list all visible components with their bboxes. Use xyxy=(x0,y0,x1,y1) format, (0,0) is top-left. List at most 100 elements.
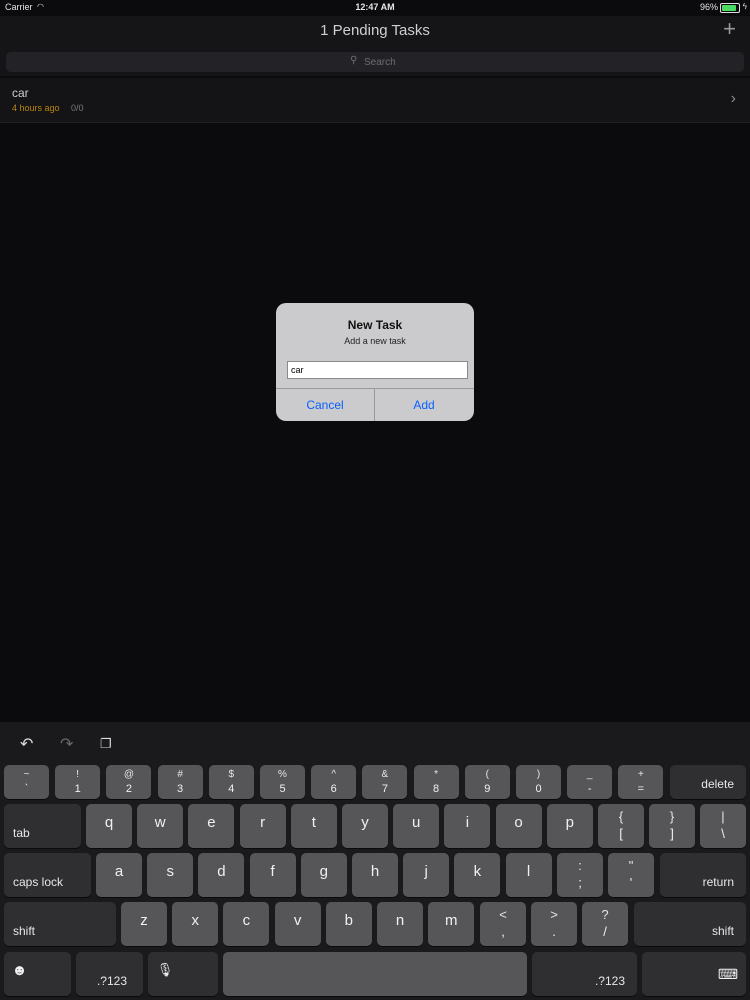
cancel-button[interactable]: Cancel xyxy=(276,389,374,421)
key-shift-label: { xyxy=(618,809,624,824)
key-r[interactable]: r xyxy=(239,804,286,848)
key-x[interactable]: x xyxy=(172,902,219,946)
key-b[interactable]: b xyxy=(325,902,372,946)
key-u[interactable]: u xyxy=(393,804,440,848)
key-c[interactable]: c xyxy=(223,902,270,946)
key-label: \ xyxy=(721,826,725,841)
microphone-icon: 🎙 xyxy=(156,962,174,977)
hide-keyboard-key[interactable]: ⌨ xyxy=(642,952,746,996)
key-][interactable]: }] xyxy=(649,804,695,848)
key-punct-0[interactable]: :; xyxy=(557,853,603,897)
caps-lock-key[interactable]: caps lock xyxy=(4,853,91,897)
status-bar: Carrier ◠ 12:47 AM 96% ϟ xyxy=(0,0,750,16)
key-shift-label: # xyxy=(177,769,183,780)
key-label: c xyxy=(242,912,251,929)
delete-key[interactable]: delete xyxy=(670,765,746,799)
key-s[interactable]: s xyxy=(147,853,194,897)
undo-icon[interactable]: ↶ xyxy=(20,734,33,754)
key-k[interactable]: k xyxy=(454,853,501,897)
key-/[interactable]: ? / xyxy=(582,902,628,946)
add-button[interactable]: Add xyxy=(375,389,473,421)
task-name-input[interactable] xyxy=(287,361,468,379)
numbers-key-right[interactable]: .?123 xyxy=(532,952,637,996)
key-j[interactable]: j xyxy=(403,853,450,897)
emoji-key[interactable]: ☻ xyxy=(4,952,71,996)
key-a[interactable]: a xyxy=(96,853,142,897)
key-label: [ xyxy=(619,826,623,841)
key-label: .?123 xyxy=(96,974,127,988)
key-shift-label: ^ xyxy=(331,769,337,780)
space-key[interactable] xyxy=(223,952,527,996)
tab-key[interactable]: tab xyxy=(4,804,81,848)
key-\[interactable]: | \ xyxy=(700,804,746,848)
shift-key-left[interactable]: shift xyxy=(4,902,116,946)
key-shift-label: % xyxy=(278,769,287,780)
search-bar[interactable]: ⚲ xyxy=(6,52,744,72)
search-input[interactable] xyxy=(364,54,564,70)
clock: 12:47 AM xyxy=(355,2,395,12)
key-shift-label: ! xyxy=(76,769,80,780)
key-e[interactable]: e xyxy=(188,804,235,848)
key-shift-label: _ xyxy=(586,769,593,780)
key-label: .?123 xyxy=(594,974,625,988)
search-icon: ⚲ xyxy=(350,55,358,66)
key-5[interactable]: % 5 xyxy=(260,765,305,799)
key-shift-label: + xyxy=(637,769,644,780)
key-shift-label: ) xyxy=(536,769,541,780)
keyboard-dismiss-icon: ⌨ xyxy=(717,966,739,982)
key-m[interactable]: m xyxy=(428,902,475,946)
key-label: 8 xyxy=(433,783,440,795)
shift-key-right[interactable]: shift xyxy=(634,902,746,946)
battery-percent: 96% xyxy=(699,2,718,12)
add-task-button[interactable]: + xyxy=(723,18,736,40)
key-n[interactable]: n xyxy=(377,902,423,946)
key-=[interactable]: + = xyxy=(618,765,664,799)
key-4[interactable]: $4 xyxy=(208,765,254,799)
key-[[interactable]: {[ xyxy=(598,804,644,848)
key-shift-label: ~ xyxy=(23,769,30,780)
key-f[interactable]: f xyxy=(249,853,296,897)
paste-icon[interactable]: ❐ xyxy=(100,736,112,752)
key-i[interactable]: i xyxy=(444,804,491,848)
key-y[interactable]: y xyxy=(342,804,388,848)
key-1[interactable]: ! 1 xyxy=(55,765,101,799)
key-v[interactable]: v xyxy=(274,902,321,946)
key-.[interactable]: >. xyxy=(531,902,577,946)
key-p[interactable]: p xyxy=(546,804,593,848)
key-3[interactable]: #3 xyxy=(157,765,203,799)
key-label: 4 xyxy=(228,783,235,795)
return-key[interactable]: return xyxy=(660,853,746,897)
key-l[interactable]: l xyxy=(505,853,552,897)
key-label: ] xyxy=(670,826,674,841)
key-label: . xyxy=(552,924,556,939)
key-7[interactable]: & 7 xyxy=(362,765,408,799)
key-h[interactable]: h xyxy=(352,853,398,897)
key-w[interactable]: w xyxy=(137,804,184,848)
key-label: r xyxy=(260,814,266,831)
key-label: shift xyxy=(13,924,36,938)
redo-icon[interactable]: ↷ xyxy=(60,734,73,754)
key--[interactable]: _ - xyxy=(567,765,613,799)
key-g[interactable]: g xyxy=(300,853,347,897)
key-label: t xyxy=(311,814,316,831)
key-d[interactable]: d xyxy=(198,853,245,897)
key-0[interactable]: ) 0 xyxy=(516,765,561,799)
key-z[interactable]: z xyxy=(121,902,167,946)
key-label: 3 xyxy=(177,783,184,795)
chevron-right-icon: › xyxy=(730,90,736,107)
dialog-title: New Task xyxy=(347,318,403,332)
dictation-key[interactable]: 🎙 xyxy=(148,952,218,996)
key-punct-1[interactable]: " ' xyxy=(608,853,654,897)
key-`[interactable]: ~ ` xyxy=(4,765,49,799)
key-9[interactable]: (9 xyxy=(464,765,510,799)
key-,[interactable]: <, xyxy=(480,902,526,946)
key-o[interactable]: o xyxy=(495,804,542,848)
key-2[interactable]: @2 xyxy=(106,765,152,799)
key-t[interactable]: t xyxy=(290,804,337,848)
key-q[interactable]: q xyxy=(86,804,132,848)
key-label: shift xyxy=(711,924,734,938)
key-shift-label: | xyxy=(721,809,725,824)
key-8[interactable]: * 8 xyxy=(413,765,459,799)
task-row[interactable]: car 4 hours ago 0/0 › xyxy=(0,78,750,123)
key-6[interactable]: ^ 6 xyxy=(311,765,357,799)
